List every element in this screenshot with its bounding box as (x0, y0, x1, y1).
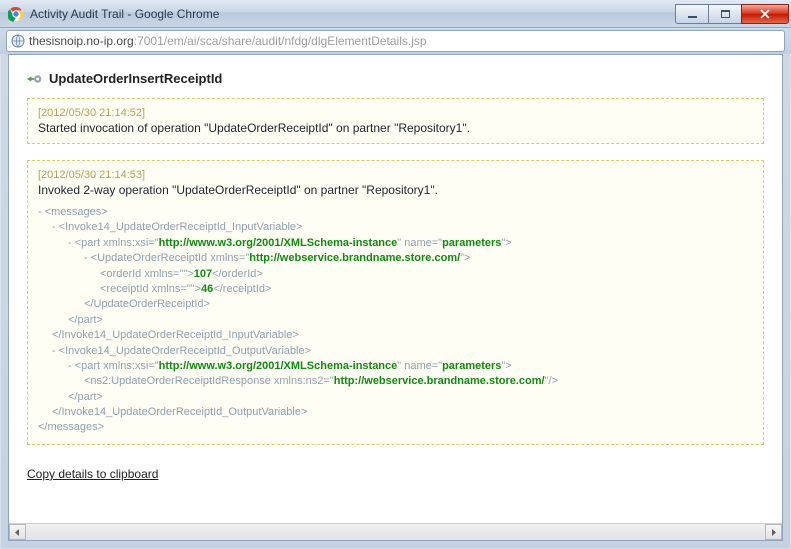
section-title: UpdateOrderInsertReceiptId (49, 71, 222, 86)
scroll-left-button[interactable] (9, 524, 26, 540)
address-row: thesisnoip.no-ip.org:7001/em/ai/sca/shar… (0, 28, 791, 54)
section-header: UpdateOrderInsertReceiptId (27, 71, 764, 86)
timestamp: [2012/05/30 21:14:53] (38, 169, 753, 181)
event-message: Started invocation of operation "UpdateO… (38, 121, 753, 135)
scroll-right-button[interactable] (765, 524, 782, 540)
event-message: Invoked 2-way operation "UpdateOrderRece… (38, 183, 753, 197)
globe-icon (11, 34, 25, 48)
horizontal-scrollbar[interactable] (9, 523, 782, 540)
url-text: thesisnoip.no-ip.org:7001/em/ai/sca/shar… (29, 34, 780, 48)
event-box-1: [2012/05/30 21:14:52] Started invocation… (27, 98, 764, 144)
timestamp: [2012/05/30 21:14:52] (38, 107, 753, 119)
copy-details-link[interactable]: Copy details to clipboard (27, 467, 158, 481)
scroll-area[interactable]: UpdateOrderInsertReceiptId [2012/05/30 2… (9, 55, 782, 523)
page-content: UpdateOrderInsertReceiptId [2012/05/30 2… (8, 54, 783, 541)
maximize-button[interactable] (708, 4, 742, 24)
invoke-icon (27, 72, 43, 86)
chrome-window: Activity Audit Trail - Google Chrome the… (0, 0, 791, 549)
minimize-button[interactable] (675, 4, 709, 24)
window-controls (676, 4, 789, 24)
chrome-icon (8, 6, 24, 22)
close-button[interactable] (741, 4, 789, 24)
titlebar: Activity Audit Trail - Google Chrome (0, 0, 791, 28)
window-title: Activity Audit Trail - Google Chrome (30, 7, 676, 21)
xml-payload: -<messages> -<Invoke14_UpdateOrderReceip… (38, 205, 753, 436)
event-box-2: [2012/05/30 21:14:53] Invoked 2-way oper… (27, 160, 764, 445)
address-bar[interactable]: thesisnoip.no-ip.org:7001/em/ai/sca/shar… (6, 30, 785, 52)
